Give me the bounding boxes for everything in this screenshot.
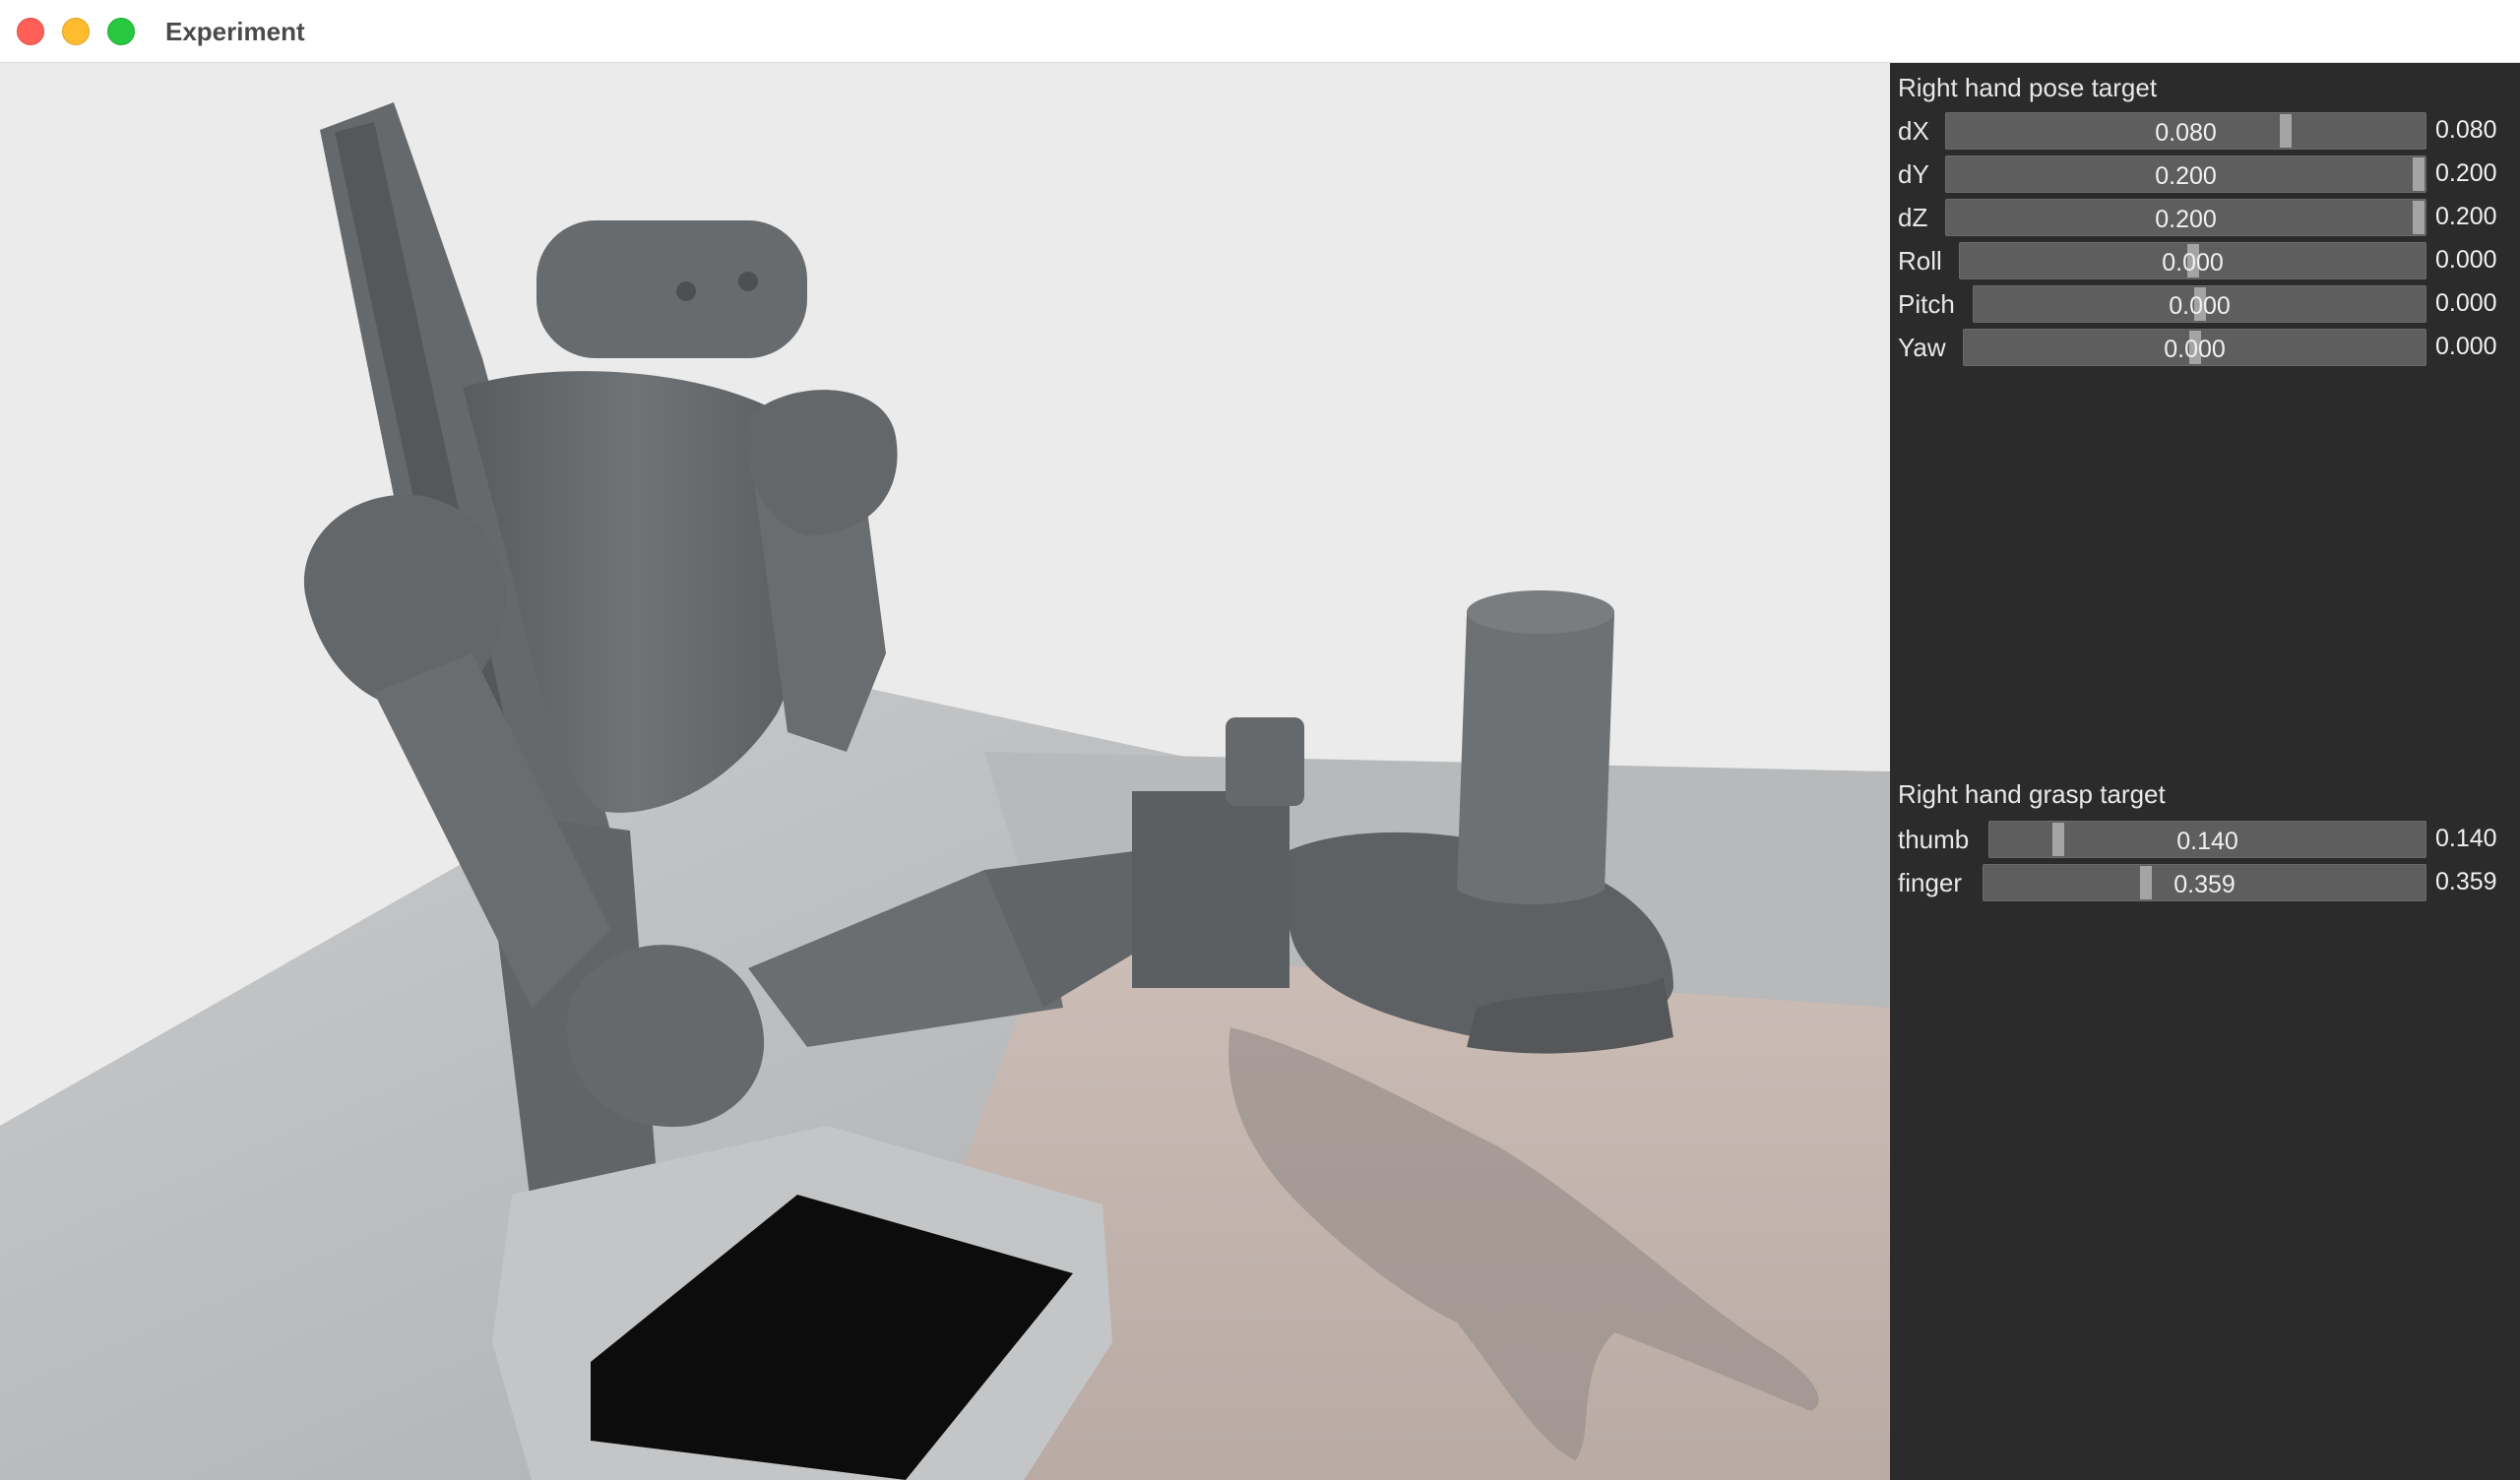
slider-row-thumb: thumb 0.140 0.140 [1890,821,2520,860]
slider-row-dz: dZ 0.200 0.200 [1890,199,2520,238]
grasp-section-title: Right hand grasp target [1898,779,2166,809]
3d-viewport[interactable] [0,63,1890,1480]
robot-head [536,220,807,358]
slider-value: 0.200 [2155,206,2217,233]
thumb-slider[interactable]: 0.140 [1988,821,2426,858]
window-title: Experiment [165,17,305,46]
roll-slider[interactable]: 0.000 [1959,242,2426,279]
slider-row-dx: dX 0.080 0.080 [1890,112,2520,152]
slider-label: Pitch [1898,289,1955,319]
slider-row-finger: finger 0.359 0.359 [1890,864,2520,903]
slider-value: 0.359 [2174,871,2236,898]
pitch-slider[interactable]: 0.000 [1973,285,2426,323]
finger-slider[interactable]: 0.359 [1983,864,2426,901]
slider-row-dy: dY 0.200 0.200 [1890,155,2520,195]
slider-value: 0.140 [2176,828,2238,855]
dy-slider[interactable]: 0.200 [1945,155,2426,193]
slider-label: dX [1898,116,1929,146]
slider-readout: 0.000 [2435,289,2497,317]
slider-label: finger [1898,868,1963,897]
slider-label: Yaw [1898,333,1946,362]
slider-label: thumb [1898,825,1970,854]
dx-slider[interactable]: 0.080 [1945,112,2426,150]
slider-value: 0.080 [2155,119,2217,147]
pose-section-title: Right hand pose target [1898,73,2158,102]
slider-readout: 0.200 [2435,203,2497,230]
slider-row-pitch: Pitch 0.000 0.000 [1890,285,2520,325]
slider-row-roll: Roll 0.000 0.000 [1890,242,2520,281]
slider-readout: 0.359 [2435,868,2497,895]
slider-readout: 0.000 [2435,333,2497,360]
slider-label: Roll [1898,246,1942,276]
dz-slider[interactable]: 0.200 [1945,199,2426,236]
slider-value: 0.000 [2169,292,2231,320]
slider-readout: 0.000 [2435,246,2497,274]
window-titlebar: Experiment [0,0,2520,63]
zoom-window-button[interactable] [107,18,135,45]
slider-readout: 0.080 [2435,116,2497,144]
slider-value: 0.000 [2164,336,2226,363]
slider-readout: 0.140 [2435,825,2497,852]
slider-readout: 0.200 [2435,159,2497,187]
slider-row-yaw: Yaw 0.000 0.000 [1890,329,2520,368]
minimize-window-button[interactable] [62,18,90,45]
yaw-slider[interactable]: 0.000 [1963,329,2426,366]
robot-scene [0,63,1890,1480]
grasped-cylinder [1457,591,1614,904]
close-window-button[interactable] [17,18,44,45]
slider-label: dZ [1898,203,1928,232]
slider-value: 0.200 [2155,162,2217,190]
control-panel: Right hand pose target dX 0.080 0.080 dY… [1890,63,2520,1480]
slider-label: dY [1898,159,1929,189]
slider-value: 0.000 [2162,249,2224,277]
